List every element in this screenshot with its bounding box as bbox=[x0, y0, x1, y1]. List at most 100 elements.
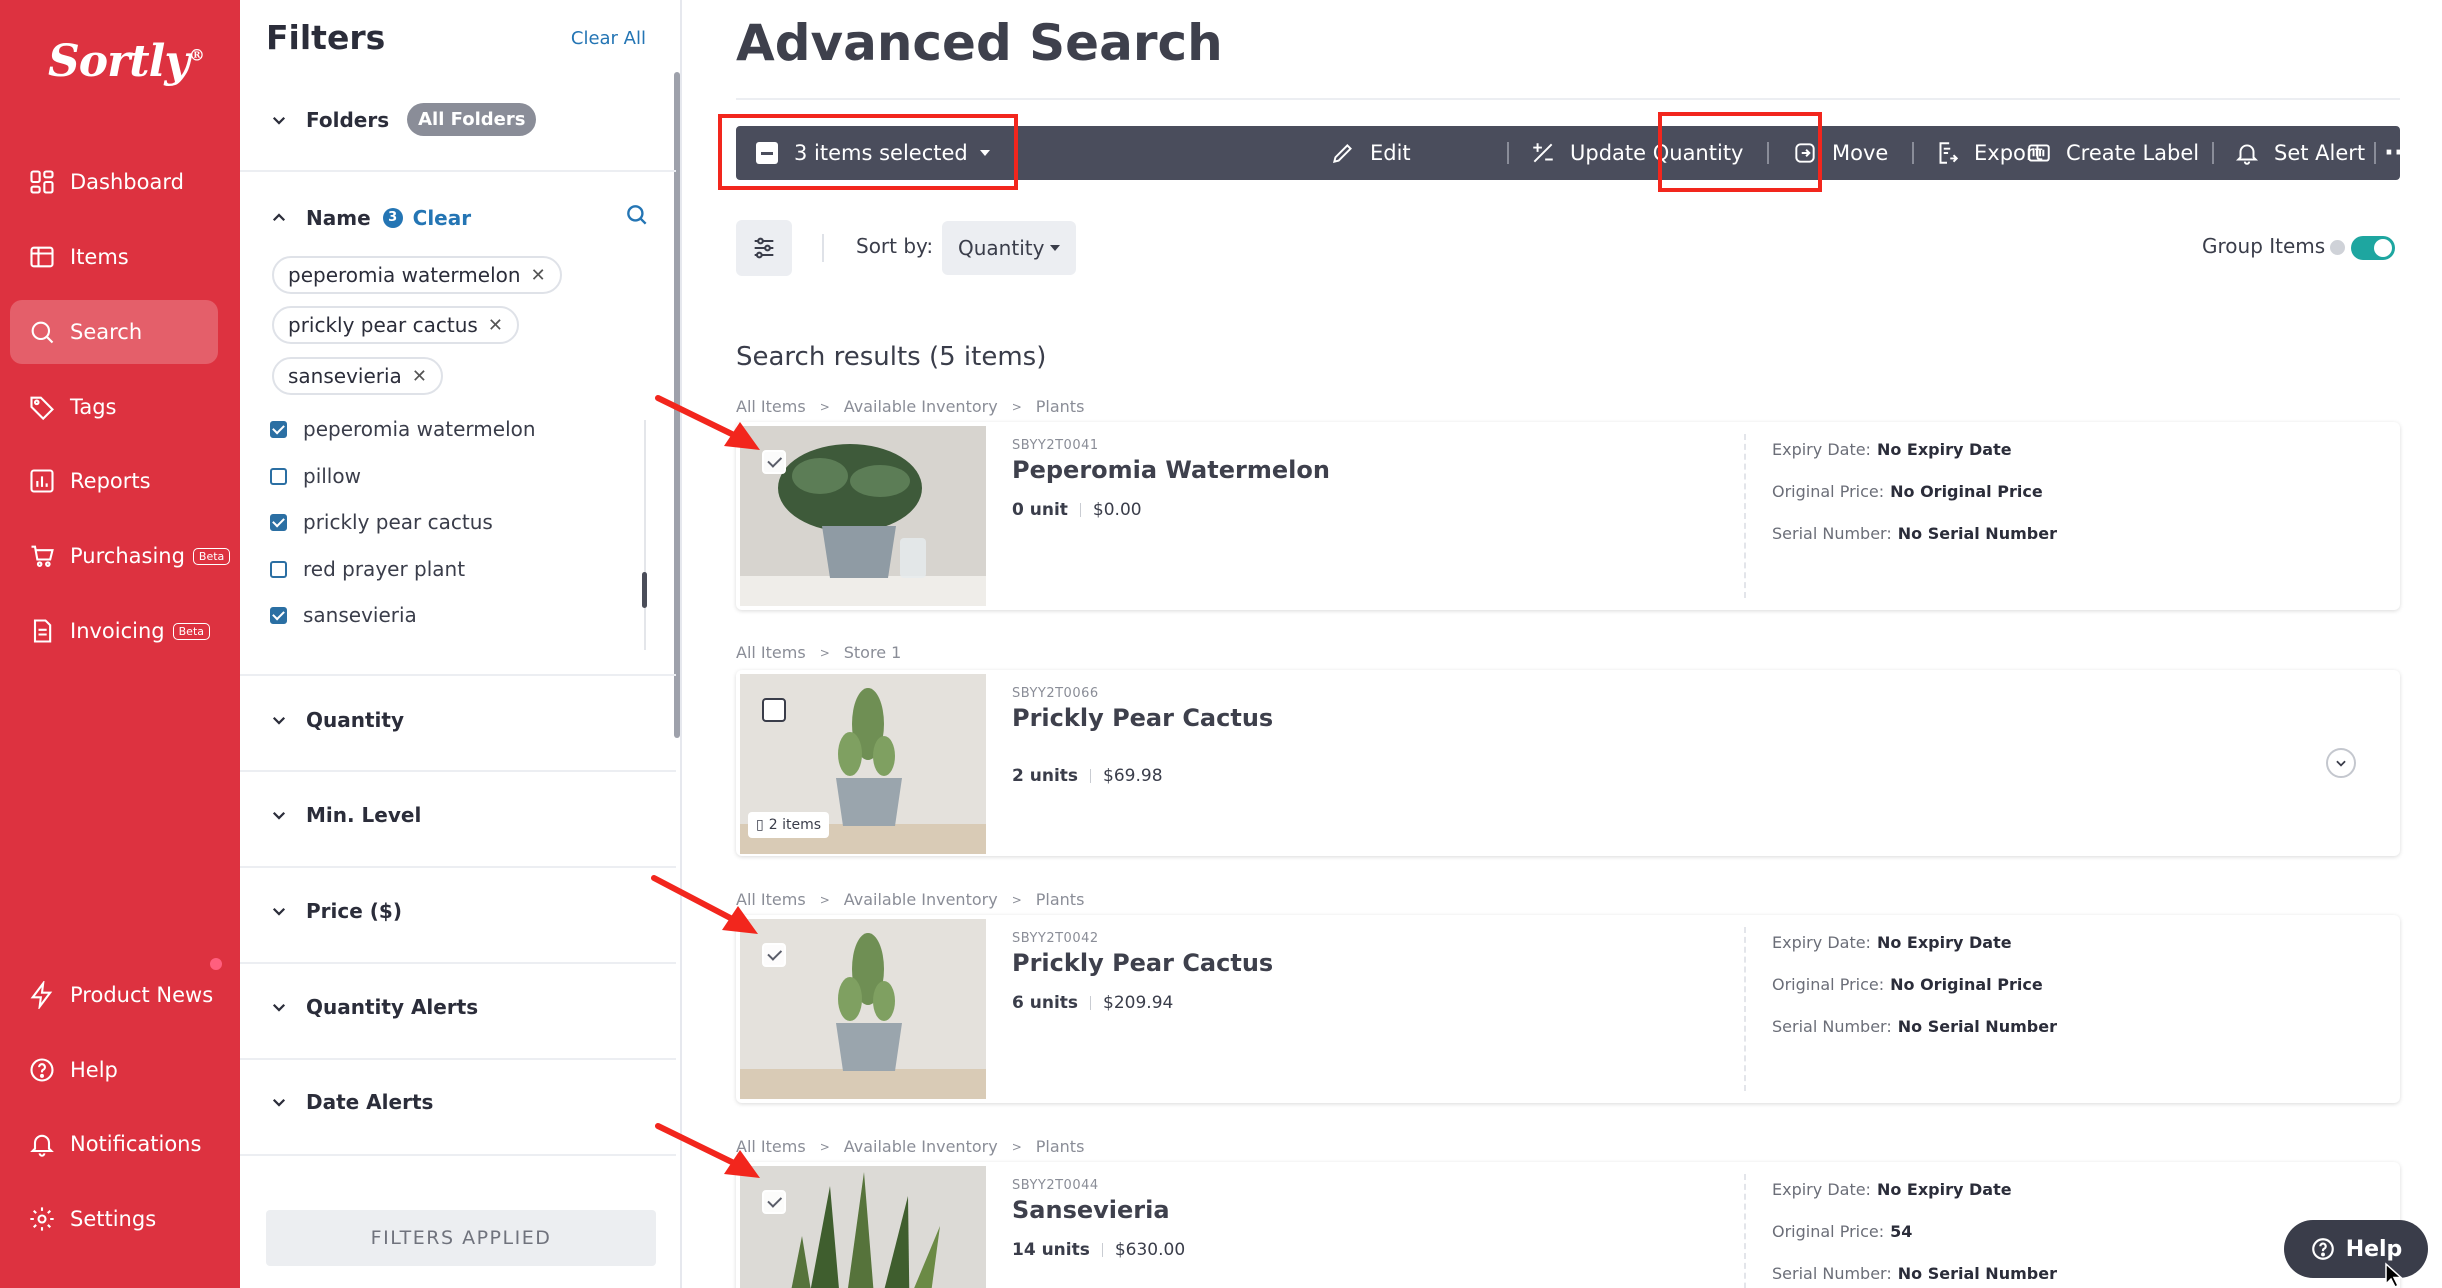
breadcrumb-item[interactable]: Plants bbox=[1036, 397, 1085, 416]
search-icon[interactable] bbox=[624, 202, 650, 228]
nav-item-help[interactable]: Help bbox=[10, 1038, 218, 1102]
help-icon bbox=[2311, 1238, 2334, 1260]
results-title: Search results (5 items) bbox=[736, 342, 1047, 372]
breadcrumb-item[interactable]: Available Inventory bbox=[844, 397, 998, 416]
remove-chip-icon[interactable]: ✕ bbox=[488, 315, 503, 336]
name-list-scrollbar-thumb[interactable] bbox=[642, 572, 647, 608]
news-notification-dot bbox=[208, 956, 224, 972]
chevron-down-icon bbox=[272, 811, 286, 820]
nav-label: Invoicing bbox=[70, 619, 165, 643]
price-header[interactable]: Price ($) bbox=[270, 899, 402, 923]
expand-group-button[interactable] bbox=[2326, 748, 2356, 778]
clear-all-link[interactable]: Clear All bbox=[571, 28, 646, 49]
nav-item-product-news[interactable]: Product News bbox=[10, 963, 218, 1027]
item-quantity: 6 units bbox=[1012, 993, 1079, 1013]
item-name[interactable]: Prickly Pear Cactus bbox=[1012, 949, 1273, 977]
breadcrumb: All Items > Available Inventory > Plants bbox=[736, 890, 1085, 909]
item-quantity: 14 units bbox=[1012, 1240, 1090, 1260]
item-price: $0.00 bbox=[1092, 500, 1142, 520]
breadcrumb-item[interactable]: All Items bbox=[736, 643, 806, 662]
annotation-arrow-icon bbox=[655, 395, 760, 450]
checkbox[interactable] bbox=[270, 513, 287, 531]
name-option[interactable]: pillow bbox=[270, 464, 361, 488]
checkbox[interactable] bbox=[270, 560, 287, 578]
nav-item-purchasing[interactable]: Purchasing Beta bbox=[10, 524, 231, 588]
nav-item-items[interactable]: Items bbox=[10, 225, 218, 289]
nav-label: Purchasing bbox=[70, 544, 185, 568]
item-name[interactable]: Sansevieria bbox=[1012, 1196, 1170, 1224]
plus-minus-icon bbox=[1533, 143, 1553, 163]
result-card-group[interactable]: ▯ 2 items SBYY2T0066 Prickly Pear Cactus … bbox=[736, 670, 2400, 856]
name-chip[interactable]: peperomia watermelon ✕ bbox=[272, 256, 562, 294]
item-checkbox[interactable] bbox=[762, 943, 786, 967]
checkbox[interactable] bbox=[270, 420, 287, 438]
item-checkbox[interactable] bbox=[762, 698, 786, 722]
nav-item-dashboard[interactable]: Dashboard bbox=[10, 150, 218, 214]
breadcrumb-item[interactable]: Plants bbox=[1036, 890, 1085, 909]
sort-select[interactable]: Quantity bbox=[942, 221, 1077, 275]
breadcrumb-item[interactable]: Store 1 bbox=[844, 643, 902, 662]
all-folders-pill[interactable]: All Folders bbox=[407, 103, 537, 136]
invoice-icon bbox=[33, 619, 52, 643]
annotation-highlight-selection bbox=[718, 114, 1018, 190]
help-icon bbox=[30, 1058, 54, 1082]
tag-icon bbox=[30, 396, 54, 421]
group-items-toggle[interactable] bbox=[2351, 236, 2395, 260]
remove-chip-icon[interactable]: ✕ bbox=[412, 366, 427, 387]
nav-item-search[interactable]: Search bbox=[10, 300, 218, 364]
nav-item-invoicing[interactable]: Invoicing Beta bbox=[10, 599, 218, 663]
filter-toggle-button[interactable] bbox=[736, 220, 792, 276]
item-price: $69.98 bbox=[1103, 766, 1163, 786]
date-alerts-section: Date Alerts bbox=[240, 1060, 676, 1156]
filters-applied-button[interactable]: FILTERS APPLIED bbox=[266, 1210, 656, 1266]
folders-header[interactable]: Folders All Folders bbox=[270, 103, 537, 136]
result-card[interactable]: SBYY2T0044 Sansevieria 14 units $630.00 E… bbox=[736, 1162, 2400, 1288]
result-card[interactable]: SBYY2T0042 Prickly Pear Cactus 6 units $2… bbox=[736, 915, 2400, 1103]
name-clear-link[interactable]: Clear bbox=[413, 206, 471, 230]
create-label-button[interactable]: Create Label bbox=[2026, 126, 2199, 180]
nav-item-notifications[interactable]: Notifications bbox=[10, 1112, 218, 1176]
name-option[interactable]: prickly pear cactus bbox=[270, 510, 493, 534]
quantity-alerts-section: Quantity Alerts bbox=[240, 964, 676, 1060]
info-icon[interactable] bbox=[2330, 240, 2345, 255]
edit-button[interactable]: Edit bbox=[1330, 126, 1411, 180]
quantity-header[interactable]: Quantity bbox=[270, 708, 404, 732]
help-chat-button[interactable]: Help bbox=[2284, 1220, 2428, 1278]
breadcrumb-item[interactable]: Plants bbox=[1036, 1137, 1085, 1156]
annotation-arrow-icon bbox=[651, 875, 758, 934]
name-chip[interactable]: prickly pear cactus ✕ bbox=[272, 306, 519, 344]
breadcrumb-item[interactable]: Available Inventory bbox=[844, 1137, 998, 1156]
nav-label: Help bbox=[70, 1058, 118, 1082]
remove-chip-icon[interactable]: ✕ bbox=[531, 265, 546, 286]
quantity-alerts-header[interactable]: Quantity Alerts bbox=[270, 995, 478, 1019]
date-alerts-header[interactable]: Date Alerts bbox=[270, 1090, 433, 1114]
name-option[interactable]: red prayer plant bbox=[270, 557, 465, 581]
item-checkbox[interactable] bbox=[762, 1190, 786, 1214]
name-header[interactable]: Name 3 Clear bbox=[270, 206, 471, 230]
result-card[interactable]: SBYY2T0041 Peperomia Watermelon 0 unit $0… bbox=[736, 422, 2400, 610]
caret-down-icon bbox=[1050, 245, 1061, 251]
nav-item-tags[interactable]: Tags bbox=[10, 375, 218, 439]
item-meta: 14 units $630.00 bbox=[1012, 1240, 1185, 1260]
item-sku: SBYY2T0044 bbox=[1012, 1178, 1099, 1193]
nav-label: Tags bbox=[70, 395, 117, 419]
min-level-header[interactable]: Min. Level bbox=[270, 803, 421, 827]
chevron-down-icon bbox=[272, 907, 286, 916]
item-name[interactable]: Prickly Pear Cactus bbox=[1012, 704, 1273, 732]
separator bbox=[1507, 142, 1509, 164]
breadcrumb-item[interactable]: Available Inventory bbox=[844, 890, 998, 909]
sortly-logo[interactable]: Sortly® bbox=[48, 36, 205, 87]
more-actions-button[interactable]: ··· bbox=[2384, 126, 2414, 180]
nav-item-settings[interactable]: Settings bbox=[10, 1187, 218, 1251]
nav-item-reports[interactable]: Reports bbox=[10, 449, 218, 513]
name-list-scrollbar-track[interactable] bbox=[644, 420, 646, 650]
name-option[interactable]: sansevieria bbox=[270, 603, 417, 627]
item-name[interactable]: Peperomia Watermelon bbox=[1012, 456, 1330, 484]
page-title: Advanced Search bbox=[736, 14, 1223, 72]
checkbox[interactable] bbox=[270, 606, 287, 624]
name-option[interactable]: peperomia watermelon bbox=[270, 417, 536, 441]
name-chip[interactable]: sansevieria ✕ bbox=[272, 357, 443, 395]
set-alert-button[interactable]: Set Alert bbox=[2234, 126, 2365, 180]
checkbox[interactable] bbox=[270, 467, 287, 485]
chevron-down-icon bbox=[272, 116, 286, 125]
